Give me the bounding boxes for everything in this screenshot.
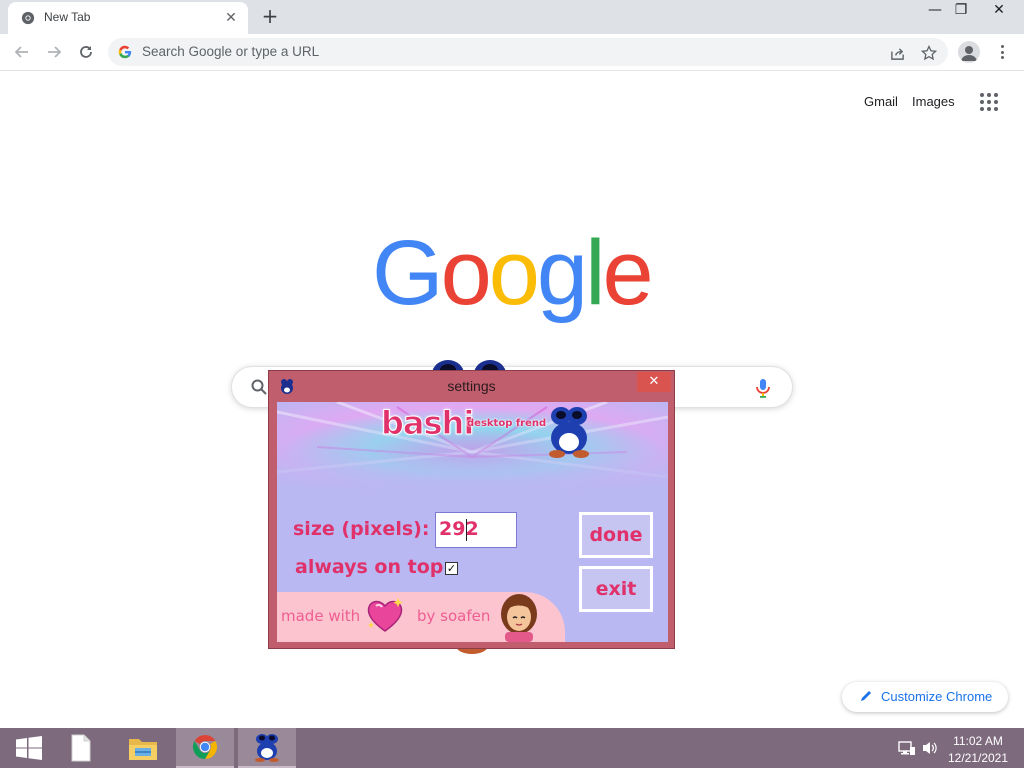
taskbar-chrome[interactable] — [176, 728, 234, 768]
chrome-icon — [192, 735, 218, 759]
credit-made-with: made with — [281, 607, 361, 625]
taskbar: 11:02 AM 12/21/2021 — [0, 728, 1024, 768]
forward-button[interactable] — [41, 39, 67, 65]
always-on-top-label: always on top — [295, 556, 444, 578]
credit-bar: made with by soafen — [277, 592, 565, 642]
pencil-icon — [861, 691, 871, 701]
profile-avatar[interactable] — [958, 41, 980, 63]
forward-arrow-icon — [48, 46, 62, 58]
customize-chrome-button[interactable]: Customize Chrome — [842, 682, 1008, 712]
taskbar-bashi[interactable] — [238, 728, 296, 768]
images-link[interactable]: Images — [912, 94, 955, 109]
google-logo-letter: e — [602, 222, 654, 324]
customize-chrome-label: Customize Chrome — [881, 689, 993, 704]
dialog-content: bashi desktop frend size (pixels): 292 a… — [277, 402, 668, 642]
microphone-icon[interactable] — [753, 377, 773, 399]
tab-strip: New Tab ✕ + — ❐ ✕ — [0, 0, 1024, 34]
dialog-titlebar[interactable]: settings ✕ — [269, 371, 674, 401]
file-icon — [71, 734, 91, 762]
gmail-link[interactable]: Gmail — [864, 94, 898, 109]
file-explorer-icon — [129, 739, 157, 760]
exit-button[interactable]: exit — [579, 566, 653, 612]
clock-date[interactable]: 12/21/2021 — [940, 751, 1016, 765]
google-logo-letter: g — [536, 222, 588, 324]
network-icon[interactable] — [898, 740, 916, 756]
always-on-top-checkbox[interactable]: ✓ — [445, 562, 458, 575]
text-caret — [466, 519, 467, 541]
dialog-close-button[interactable]: ✕ — [637, 372, 671, 392]
omnibox[interactable]: Search Google or type a URL — [108, 38, 948, 66]
size-pixels-input[interactable]: 292 — [435, 512, 517, 548]
search-icon — [251, 379, 267, 395]
google-apps-icon[interactable] — [980, 93, 998, 111]
person-icon — [961, 46, 977, 61]
credit-by: by soafen — [417, 607, 491, 625]
desktop: New Tab ✕ + — ❐ ✕ Search Google or type … — [0, 0, 1024, 768]
banner-title: bashi — [380, 404, 474, 443]
tab-new-tab[interactable]: New Tab ✕ — [8, 2, 248, 34]
chrome-menu-icon[interactable] — [993, 42, 1011, 62]
clock-time[interactable]: 11:02 AM — [940, 734, 1016, 748]
omnibox-placeholder: Search Google or type a URL — [142, 44, 320, 59]
google-g-icon — [118, 45, 132, 59]
start-button[interactable] — [0, 728, 58, 768]
new-tab-button[interactable]: + — [258, 5, 282, 29]
dialog-title: settings — [447, 378, 496, 394]
size-pixels-value: 292 — [439, 518, 479, 540]
back-arrow-icon — [14, 46, 28, 58]
banner-subtitle: desktop frend — [467, 418, 547, 429]
reload-button[interactable] — [73, 39, 99, 65]
google-logo: Google — [372, 218, 654, 328]
bashi-character-icon — [549, 407, 589, 458]
sparkling-heart-icon — [367, 598, 403, 632]
reload-icon — [80, 46, 92, 58]
google-logo-letter: o — [440, 222, 492, 324]
back-button[interactable] — [9, 39, 35, 65]
bashi-icon — [255, 734, 279, 762]
share-icon[interactable] — [888, 44, 906, 62]
taskbar-file[interactable] — [52, 728, 110, 768]
chrome-icon — [21, 11, 35, 25]
window-close-button[interactable]: ✕ — [970, 0, 1024, 22]
girl-avatar-icon — [501, 594, 537, 642]
google-logo-letter: G — [372, 222, 444, 324]
windows-start-icon — [16, 736, 42, 760]
settings-dialog: settings ✕ bashi desktop frend size (pix… — [268, 370, 675, 649]
volume-icon[interactable] — [921, 740, 939, 756]
toolbar: Search Google or type a URL — [0, 34, 1024, 71]
taskbar-file-explorer[interactable] — [114, 728, 172, 768]
tab-close-icon[interactable]: ✕ — [222, 9, 240, 27]
size-label: size (pixels): — [293, 518, 430, 540]
tab-title: New Tab — [44, 10, 91, 24]
done-button[interactable]: done — [579, 512, 653, 558]
bookmark-star-icon[interactable] — [920, 44, 938, 62]
google-logo-letter: o — [488, 222, 540, 324]
google-logo-letter: l — [585, 222, 606, 324]
